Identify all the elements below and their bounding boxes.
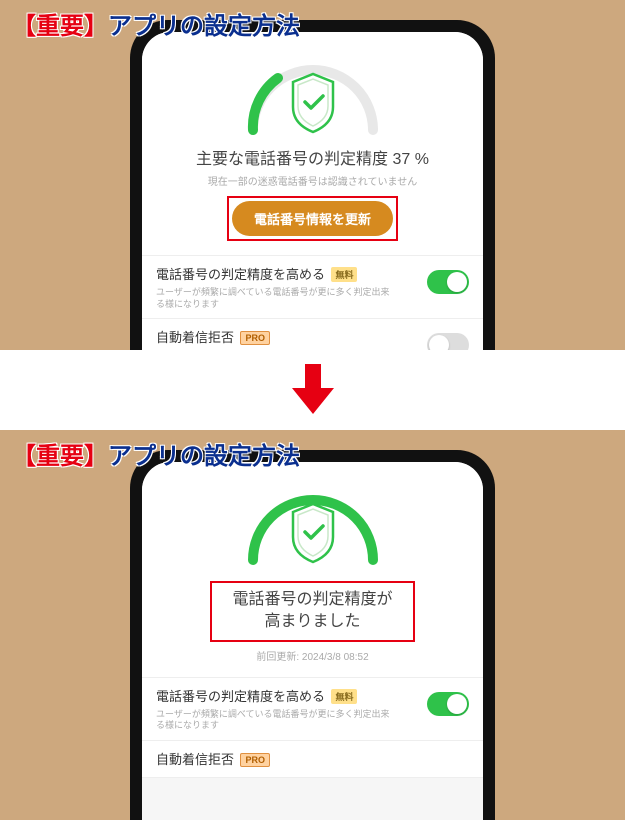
title-overlay: 【重要】アプリの設定方法 [12,6,300,41]
title-important: 重要 [36,13,84,40]
hero-before: 主要な電話番号の判定精度 37 % 現在一部の迷惑電話番号は認識されていません … [142,32,483,256]
row-desc: ユーザーが頻繁に調べている電話番号が更に多く判定出来る様になります [156,709,396,732]
title-bracket-open: 【 [12,13,36,40]
badge-pro: PRO [240,331,270,345]
screen-after: 電話番号の判定精度が 高まりました 前回更新: 2024/3/8 08:52 電… [142,462,483,820]
arrow-down-icon [288,362,338,418]
toggle-accuracy[interactable] [427,270,469,294]
row-title: 自動着信拒否 [156,749,234,768]
title-rest: アプリの設定方法 [108,13,300,40]
title-bracket-close: 】 [84,443,108,470]
badge-free: 無料 [331,267,357,282]
row-title: 自動着信拒否 [156,327,234,346]
row-title: 電話番号の判定精度を高める [156,264,325,283]
divider-strip [0,350,625,430]
badge-pro: PRO [240,753,270,767]
success-line2: 高まりました [232,611,392,633]
phone-frame-after: 電話番号の判定精度が 高まりました 前回更新: 2024/3/8 08:52 電… [130,450,495,820]
accuracy-subtext: 現在一部の迷惑電話番号は認識されていません [152,173,473,188]
success-line1: 電話番号の判定精度が [232,589,392,611]
setting-row-accuracy[interactable]: 電話番号の判定精度を高める 無料 ユーザーが頻繁に調べている電話番号が更に多く判… [142,256,483,319]
setting-row-autoreject[interactable]: 自動着信拒否 PRO [142,741,483,778]
row-title: 電話番号の判定精度を高める [156,686,325,705]
update-button[interactable]: 電話番号情報を更新 [232,201,393,236]
before-panel: 【重要】アプリの設定方法 [0,0,625,390]
title-bracket-close: 】 [84,13,108,40]
shield-gauge-full [152,480,473,565]
shield-gauge [152,50,473,135]
title-important: 重要 [36,443,84,470]
phone-frame-before: 主要な電話番号の判定精度 37 % 現在一部の迷惑電話番号は認識されていません … [130,20,495,390]
title-bracket-open: 【 [12,443,36,470]
accuracy-text: 主要な電話番号の判定精度 37 % [152,145,473,169]
toggle-accuracy[interactable] [427,692,469,716]
last-updated: 前回更新: 2024/3/8 08:52 [152,648,473,663]
screen-before: 主要な電話番号の判定精度 37 % 現在一部の迷惑電話番号は認識されていません … [142,32,483,390]
row-desc: ユーザーが頻繁に調べている電話番号が更に多く判定出来る様になります [156,287,396,310]
title-overlay: 【重要】アプリの設定方法 [12,436,300,471]
setting-row-accuracy[interactable]: 電話番号の判定精度を高める 無料 ユーザーが頻繁に調べている電話番号が更に多く判… [142,678,483,741]
update-button-highlight: 電話番号情報を更新 [227,196,398,241]
title-rest: アプリの設定方法 [108,443,300,470]
after-panel: 【重要】アプリの設定方法 [0,430,625,820]
hero-after: 電話番号の判定精度が 高まりました 前回更新: 2024/3/8 08:52 [142,462,483,678]
badge-free: 無料 [331,689,357,704]
success-message: 電話番号の判定精度が 高まりました [210,581,414,642]
